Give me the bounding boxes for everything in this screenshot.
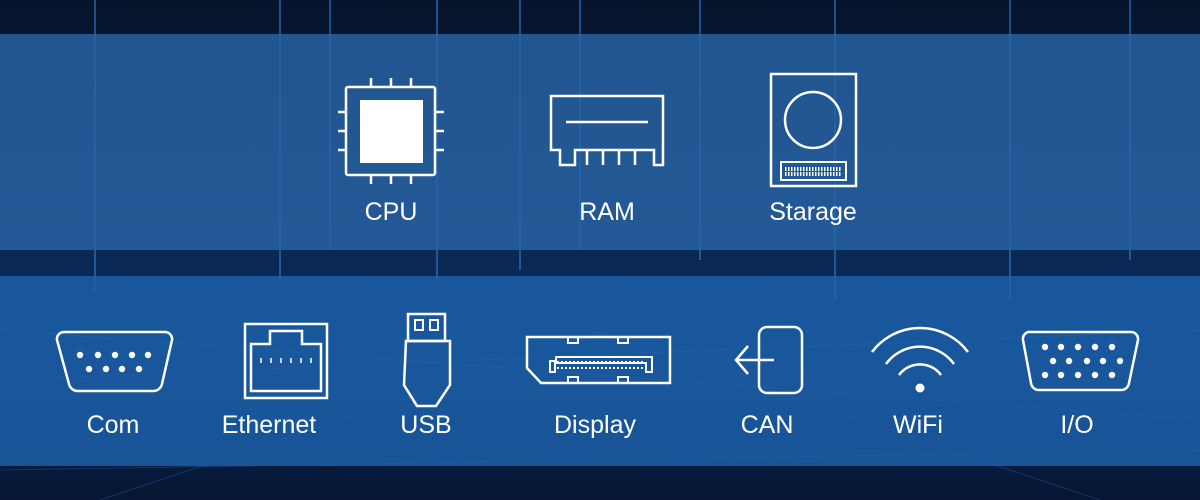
cpu-label: CPU bbox=[364, 198, 418, 226]
display-label: Display bbox=[554, 411, 636, 439]
can-bus-icon bbox=[734, 325, 804, 395]
storage-drive-icon bbox=[769, 72, 858, 188]
ram-module-icon bbox=[549, 94, 665, 167]
displayport-icon bbox=[525, 335, 672, 385]
cpu-chip-icon bbox=[338, 78, 444, 184]
can-label: CAN bbox=[740, 411, 794, 439]
wifi-icon bbox=[871, 326, 969, 393]
ram-label: RAM bbox=[579, 198, 635, 226]
com-label: Com bbox=[86, 411, 140, 439]
vga-io-port-icon bbox=[1021, 330, 1140, 392]
ethernet-port-icon bbox=[243, 322, 329, 400]
storage-label: Starage bbox=[769, 198, 857, 226]
serial-port-icon bbox=[55, 330, 174, 393]
ethernet-label: Ethernet bbox=[221, 411, 317, 439]
usb-label: USB bbox=[400, 411, 452, 439]
io-label: I/O bbox=[1060, 411, 1094, 439]
usb-plug-icon bbox=[402, 312, 452, 408]
wifi-label: WiFi bbox=[893, 411, 943, 439]
